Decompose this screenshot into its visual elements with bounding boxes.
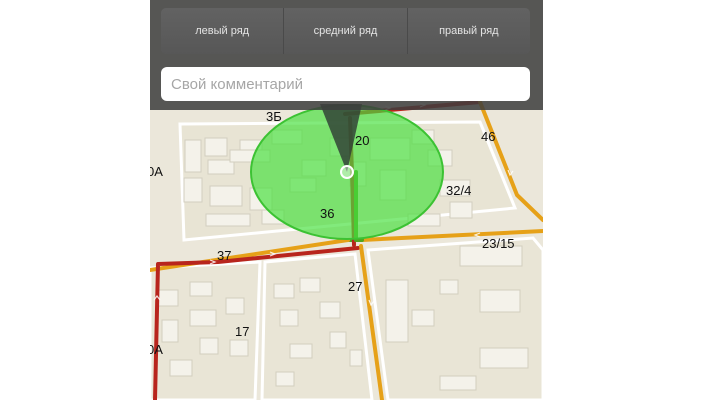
- right-lane-button[interactable]: правый ряд: [406, 8, 530, 54]
- location-marker-icon: [340, 165, 354, 179]
- house-number-label: 17: [235, 324, 250, 339]
- left-lane-button[interactable]: левый ряд: [161, 8, 284, 54]
- page: 3Б 20 46 0А 32/4 36 23/15 37 27 17 0А ле…: [0, 0, 712, 400]
- middle-lane-button[interactable]: средний ряд: [283, 8, 407, 54]
- house-number-label: 32/4: [446, 183, 472, 198]
- lane-selector: левый ряд средний ряд правый ряд: [161, 8, 530, 54]
- house-number-label: 36: [320, 206, 335, 221]
- house-number-label: 23/15: [482, 236, 515, 251]
- phone-screen: 3Б 20 46 0А 32/4 36 23/15 37 27 17 0А ле…: [150, 0, 543, 400]
- comment-input[interactable]: [161, 67, 530, 101]
- house-number-label: 20: [355, 133, 370, 148]
- house-number-label: 27: [348, 279, 363, 294]
- traffic-report-panel: левый ряд средний ряд правый ряд: [150, 0, 543, 110]
- house-number-label: 46: [481, 129, 496, 144]
- house-number-label: 0А: [150, 342, 163, 357]
- house-number-label: 37: [217, 248, 232, 263]
- house-number-label: 3Б: [266, 109, 282, 124]
- house-number-label: 0А: [150, 164, 163, 179]
